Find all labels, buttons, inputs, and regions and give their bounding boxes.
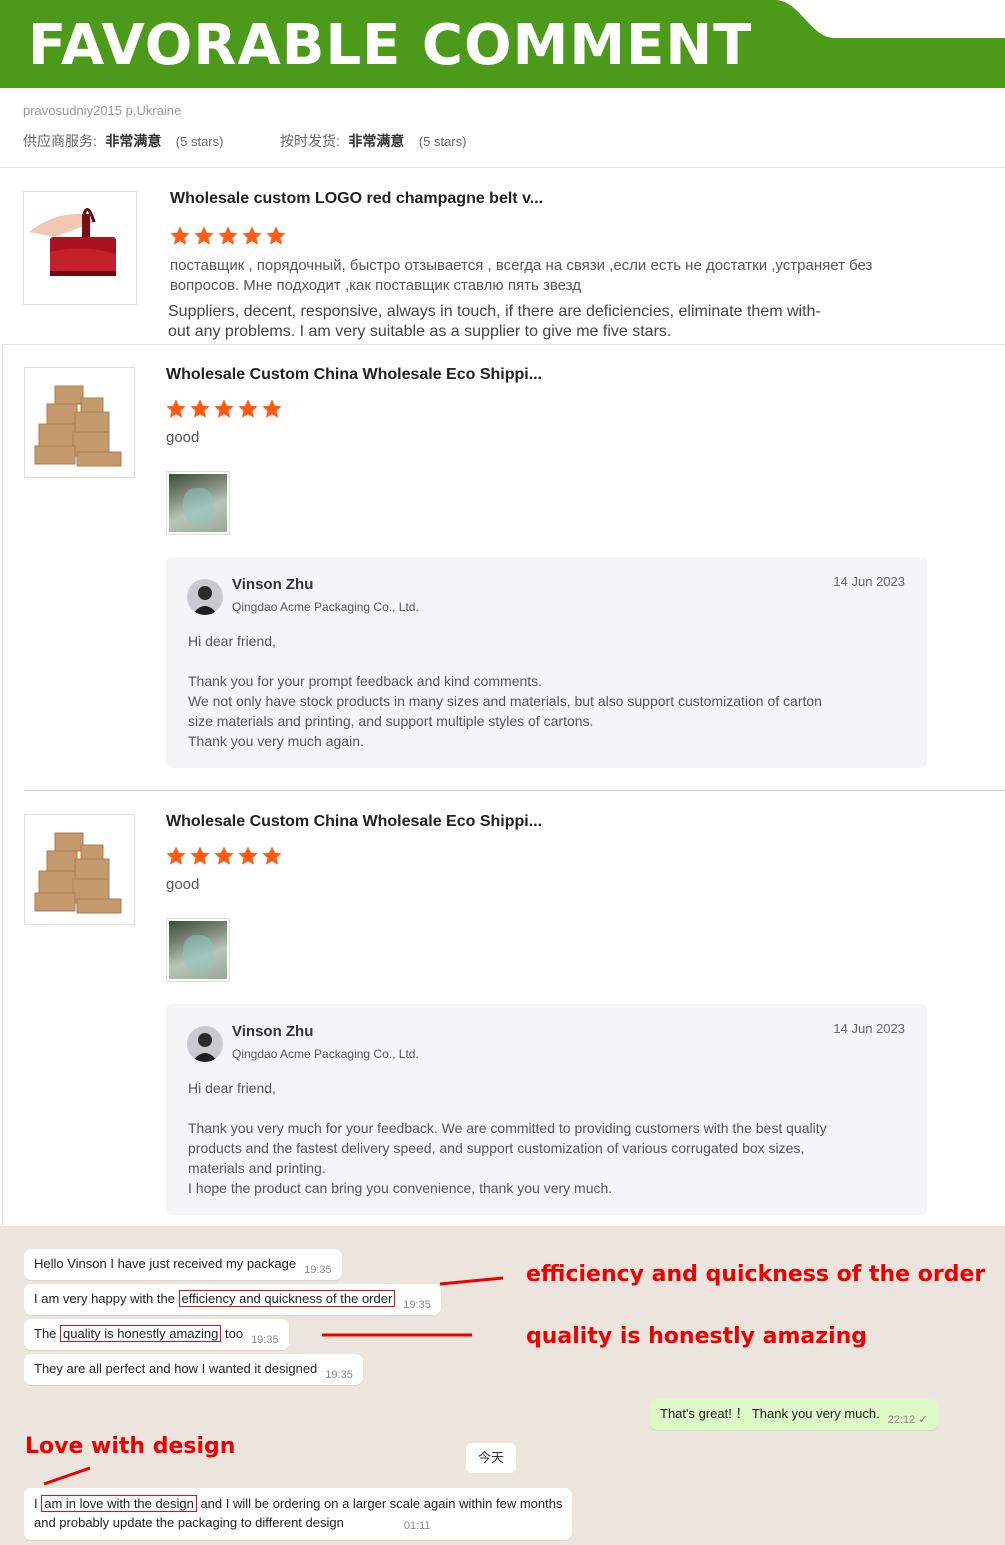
reply-line: I hope the product can bring you conveni… bbox=[188, 1180, 613, 1196]
rating-label: 供应商服务: bbox=[23, 133, 97, 149]
divider bbox=[0, 167, 1005, 168]
star-rating bbox=[169, 225, 287, 247]
reply-line: materials and printing. bbox=[188, 1160, 326, 1176]
reply-company: Qingdao Acme Packaging Co., Ltd. bbox=[232, 1047, 419, 1061]
carton-boxes-image bbox=[25, 368, 134, 477]
rating-note: (5 stars) bbox=[418, 134, 467, 149]
rating-value: 非常满意 bbox=[348, 133, 405, 149]
product-thumbnail[interactable] bbox=[23, 191, 137, 305]
red-gift-box-image bbox=[24, 192, 136, 304]
annotation-text: efficiency and quickness of the order bbox=[526, 1262, 986, 1287]
product-thumbnail[interactable] bbox=[24, 814, 135, 925]
product-thumbnail[interactable] bbox=[24, 367, 135, 478]
star-icon bbox=[218, 226, 238, 245]
star-icon bbox=[170, 226, 190, 245]
reply-author-name: Vinson Zhu bbox=[232, 576, 314, 593]
review-text-russian: поставщик , порядочный, быстро отзываетс… bbox=[170, 257, 873, 294]
star-rating bbox=[165, 845, 283, 867]
reply-date: 14 Jun 2023 bbox=[833, 1021, 905, 1036]
review-photo[interactable] bbox=[166, 918, 230, 982]
product-title[interactable]: Wholesale custom LOGO red champagne belt… bbox=[170, 190, 543, 208]
left-border bbox=[2, 344, 3, 1226]
annotation-text: quality is honestly amazing bbox=[526, 1324, 868, 1349]
star-icon bbox=[190, 399, 210, 418]
star-icon bbox=[214, 846, 234, 865]
shipping-rating: 按时发货: 非常满意 (5 stars) bbox=[280, 131, 466, 151]
reply-line: Thank you very much again. bbox=[188, 733, 364, 749]
star-rating bbox=[165, 398, 283, 420]
product-title[interactable]: Wholesale Custom China Wholesale Eco Shi… bbox=[166, 366, 542, 384]
review-text: good bbox=[166, 876, 200, 893]
reply-line: We not only have stock products in many … bbox=[188, 693, 822, 709]
carton-boxes-image bbox=[25, 815, 134, 924]
star-icon bbox=[262, 399, 282, 418]
banner-title: FAVORABLE COMMENT bbox=[28, 13, 753, 78]
reply-line: products and the fastest delivery speed,… bbox=[188, 1140, 805, 1156]
star-icon bbox=[238, 399, 258, 418]
review-text: good bbox=[166, 429, 200, 446]
annotation-underline bbox=[43, 1466, 91, 1486]
star-icon bbox=[190, 846, 210, 865]
reply-line: size materials and printing, and support… bbox=[188, 713, 594, 729]
star-icon bbox=[242, 226, 262, 245]
annotation-text: Love with design bbox=[25, 1434, 236, 1459]
reply-greeting: Hi dear friend, bbox=[188, 1080, 276, 1096]
star-icon bbox=[194, 226, 214, 245]
supplier-service-rating: 供应商服务: 非常满意 (5 stars) bbox=[23, 131, 223, 151]
star-icon bbox=[214, 399, 234, 418]
annotation-underline bbox=[439, 1276, 504, 1286]
star-icon bbox=[166, 399, 186, 418]
review-translation-line-1: Suppliers, decent, responsive, always in… bbox=[168, 303, 821, 320]
rating-value: 非常满意 bbox=[105, 133, 162, 149]
reply-company: Qingdao Acme Packaging Co., Ltd. bbox=[232, 600, 419, 614]
product-title[interactable]: Wholesale Custom China Wholesale Eco Shi… bbox=[166, 813, 542, 831]
reply-author-name: Vinson Zhu bbox=[232, 1023, 314, 1040]
reply-greeting: Hi dear friend, bbox=[188, 633, 276, 649]
seller-reply: Vinson Zhu Qingdao Acme Packaging Co., L… bbox=[166, 1004, 927, 1215]
rating-label: 按时发货: bbox=[280, 133, 340, 149]
star-icon bbox=[238, 846, 258, 865]
review-translation-line-2: out any problems. I am very suitable as … bbox=[168, 323, 672, 340]
reviewer-name: pravosudniy2015 p,Ukraine bbox=[23, 103, 182, 118]
avatar bbox=[187, 579, 223, 615]
star-icon bbox=[262, 846, 282, 865]
review-photo[interactable] bbox=[166, 471, 230, 535]
avatar bbox=[187, 1026, 223, 1062]
divider bbox=[24, 790, 1005, 791]
reply-date: 14 Jun 2023 bbox=[833, 574, 905, 589]
star-icon bbox=[166, 846, 186, 865]
reply-line: Thank you very much for your feedback. W… bbox=[188, 1120, 827, 1136]
seller-reply: Vinson Zhu Qingdao Acme Packaging Co., L… bbox=[166, 557, 927, 768]
rating-note: (5 stars) bbox=[175, 134, 224, 149]
divider bbox=[3, 344, 1005, 345]
favorable-comment-banner: FAVORABLE COMMENT bbox=[0, 0, 1005, 88]
reply-line: Thank you for your prompt feedback and k… bbox=[188, 673, 543, 689]
star-icon bbox=[266, 226, 286, 245]
